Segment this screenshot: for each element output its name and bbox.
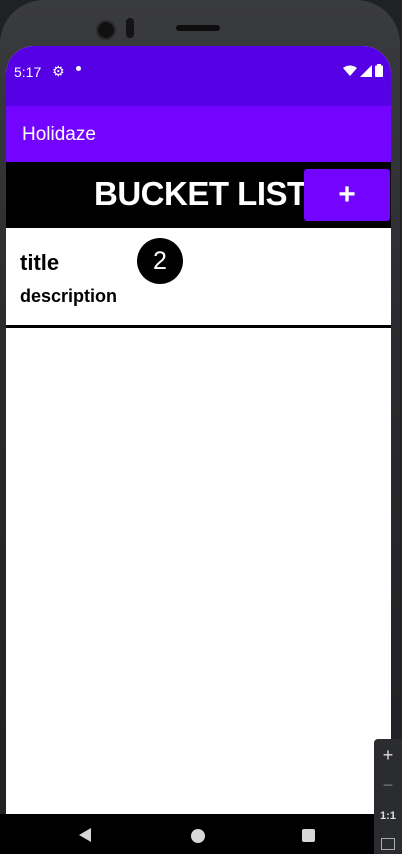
home-icon[interactable] <box>191 829 205 843</box>
app-title: Holidaze <box>22 124 96 145</box>
device: 5:17 ⚙ Holidaze BUCKET LIST + title desc… <box>0 0 402 854</box>
signal-icon <box>360 64 372 77</box>
page-title: BUCKET LIST <box>94 175 307 212</box>
bucket-list-header: BUCKET LIST + <box>6 162 391 228</box>
back-icon[interactable] <box>79 828 91 842</box>
zoom-out-button[interactable]: − <box>374 775 402 795</box>
add-item-button[interactable]: + <box>304 169 390 221</box>
list-empty-area <box>6 328 391 814</box>
gear-icon: ⚙ <box>52 63 65 79</box>
item-title: title <box>20 250 60 275</box>
status-icons <box>343 64 383 77</box>
app-bar: Holidaze <box>6 106 391 162</box>
battery-icon <box>375 64 383 77</box>
item-description: description <box>20 286 118 306</box>
camera-icon <box>96 20 116 40</box>
sensor-icon <box>126 18 134 38</box>
status-time: 5:17 <box>14 64 42 80</box>
count-badge: 2 <box>137 238 183 284</box>
emulator-zoom-panel: + − 1:1 <box>374 739 402 854</box>
zoom-in-button[interactable]: + <box>374 745 402 765</box>
wifi-icon <box>343 65 357 76</box>
notification-dot-icon <box>76 66 81 71</box>
recents-icon[interactable] <box>302 829 315 842</box>
zoom-fit-icon[interactable] <box>381 838 395 850</box>
app-screen: 5:17 ⚙ Holidaze BUCKET LIST + title desc… <box>6 46 391 814</box>
zoom-ratio-button[interactable]: 1:1 <box>374 810 402 822</box>
list-item[interactable]: title description 2 <box>6 228 391 328</box>
system-nav-bar <box>0 814 402 854</box>
status-bar: 5:17 ⚙ <box>6 46 391 106</box>
speaker-grille <box>176 25 220 31</box>
